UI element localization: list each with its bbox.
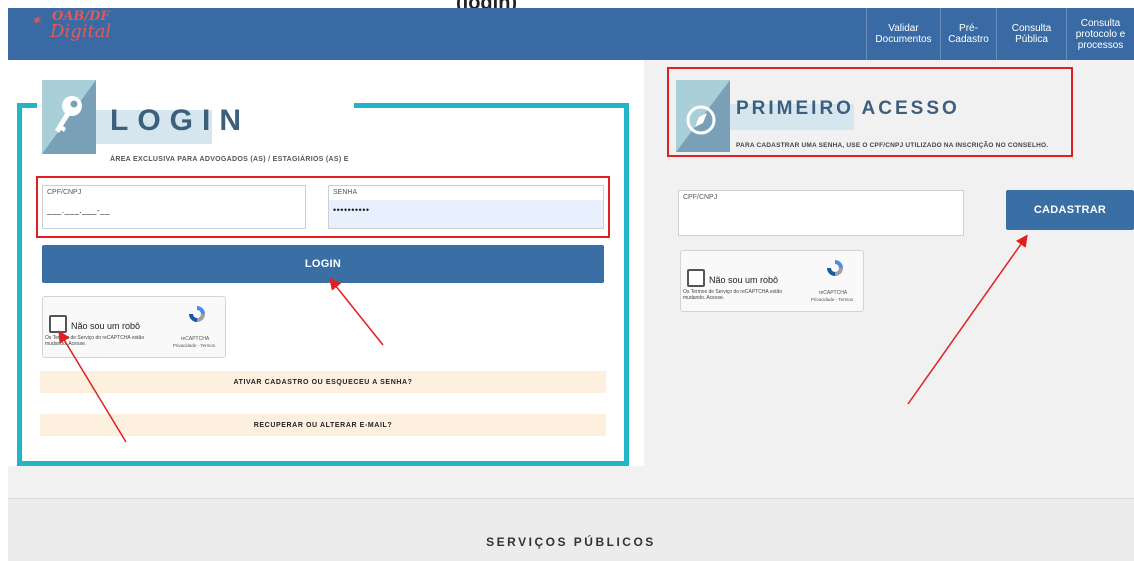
primeiro-acesso-cpf-label: CPF/CNPJ: [683, 194, 718, 201]
recaptcha-links[interactable]: Privacidade - Termos: [167, 343, 221, 348]
login-subtitle: ÁREA EXCLUSIVA PARA ADVOGADOS (AS) / EST…: [110, 156, 349, 163]
recuperar-email-link[interactable]: RECUPERAR OU ALTERAR E-MAIL?: [40, 414, 606, 436]
login-frame-top-right: [354, 103, 629, 108]
nav-consulta-publica[interactable]: Consulta Pública: [996, 8, 1066, 60]
recaptcha-widget-login[interactable]: Não sou um robô Os Termos de Serviço do …: [42, 296, 226, 358]
nav-consulta-protocolo[interactable]: Consulta protocolo e processos: [1066, 8, 1134, 60]
recaptcha-logo-icon: [189, 306, 205, 322]
login-frame-right: [624, 103, 629, 466]
recaptcha-logo-icon: [827, 260, 843, 276]
servicos-publicos-section: SERVIÇOS PÚBLICOS: [8, 498, 1134, 561]
recaptcha-widget-primeiro-acesso[interactable]: Não sou um robô Os Termos de Serviço do …: [680, 250, 864, 312]
recaptcha-checkbox[interactable]: [49, 315, 67, 333]
panel-divider-strip: [8, 466, 644, 498]
login-button[interactable]: LOGIN: [42, 245, 604, 283]
servicos-publicos-heading: SERVIÇOS PÚBLICOS: [486, 535, 656, 549]
compass-icon: [676, 80, 730, 152]
recaptcha-brand: reCAPTCHA: [818, 290, 848, 296]
cpf-cnpj-input[interactable]: CPF/CNPJ ___.___.___-__: [42, 185, 306, 229]
cpf-cnpj-mask: ___.___.___-__: [47, 206, 111, 215]
recaptcha-links[interactable]: Privacidade - Termos: [805, 297, 859, 302]
recaptcha-terms: Os Termos de Serviço do reCAPTCHA estão …: [45, 335, 145, 347]
senha-masked-value: ••••••••••: [333, 205, 370, 215]
login-title: LOGIN: [110, 104, 250, 137]
oab-df-digital-logo[interactable]: ✶ OAB/DF Digital: [22, 8, 112, 48]
login-frame-bottom: [17, 461, 629, 466]
recaptcha-terms: Os Termos de Serviço do reCAPTCHA estão …: [683, 289, 783, 301]
primeiro-acesso-cpf-input[interactable]: CPF/CNPJ: [678, 190, 964, 236]
nav-validar-documentos[interactable]: Validar Documentos: [866, 8, 940, 60]
login-frame-top-left: [17, 103, 37, 108]
top-navbar: ✶ OAB/DF Digital Validar Documentos Pré-…: [8, 8, 1134, 60]
senha-input[interactable]: SENHA ••••••••••: [328, 185, 604, 229]
cpf-cnpj-label: CPF/CNPJ: [47, 189, 82, 196]
cursor-star-icon: ✶: [30, 13, 42, 29]
recaptcha-label: Não sou um robô: [71, 321, 141, 331]
nav-pre-cadastro[interactable]: Pré-Cadastro: [940, 8, 996, 60]
senha-label: SENHA: [329, 186, 603, 200]
primeiro-acesso-subtitle: PARA CADASTRAR UMA SENHA, USE O CPF/CNPJ…: [736, 142, 1049, 149]
top-nav: Validar Documentos Pré-Cadastro Consulta…: [866, 8, 1134, 60]
login-frame-left: [17, 103, 22, 466]
recaptcha-label: Não sou um robô: [709, 275, 779, 285]
primeiro-acesso-title: PRIMEIRO ACESSO: [736, 98, 960, 119]
key-icon: [42, 80, 96, 154]
logo-line2: Digital: [50, 21, 112, 42]
recaptcha-brand: reCAPTCHA: [180, 336, 210, 342]
cadastrar-button[interactable]: CADASTRAR: [1006, 190, 1134, 230]
ativar-cadastro-link[interactable]: ATIVAR CADASTRO OU ESQUECEU A SENHA?: [40, 371, 606, 393]
recaptcha-checkbox[interactable]: [687, 269, 705, 287]
